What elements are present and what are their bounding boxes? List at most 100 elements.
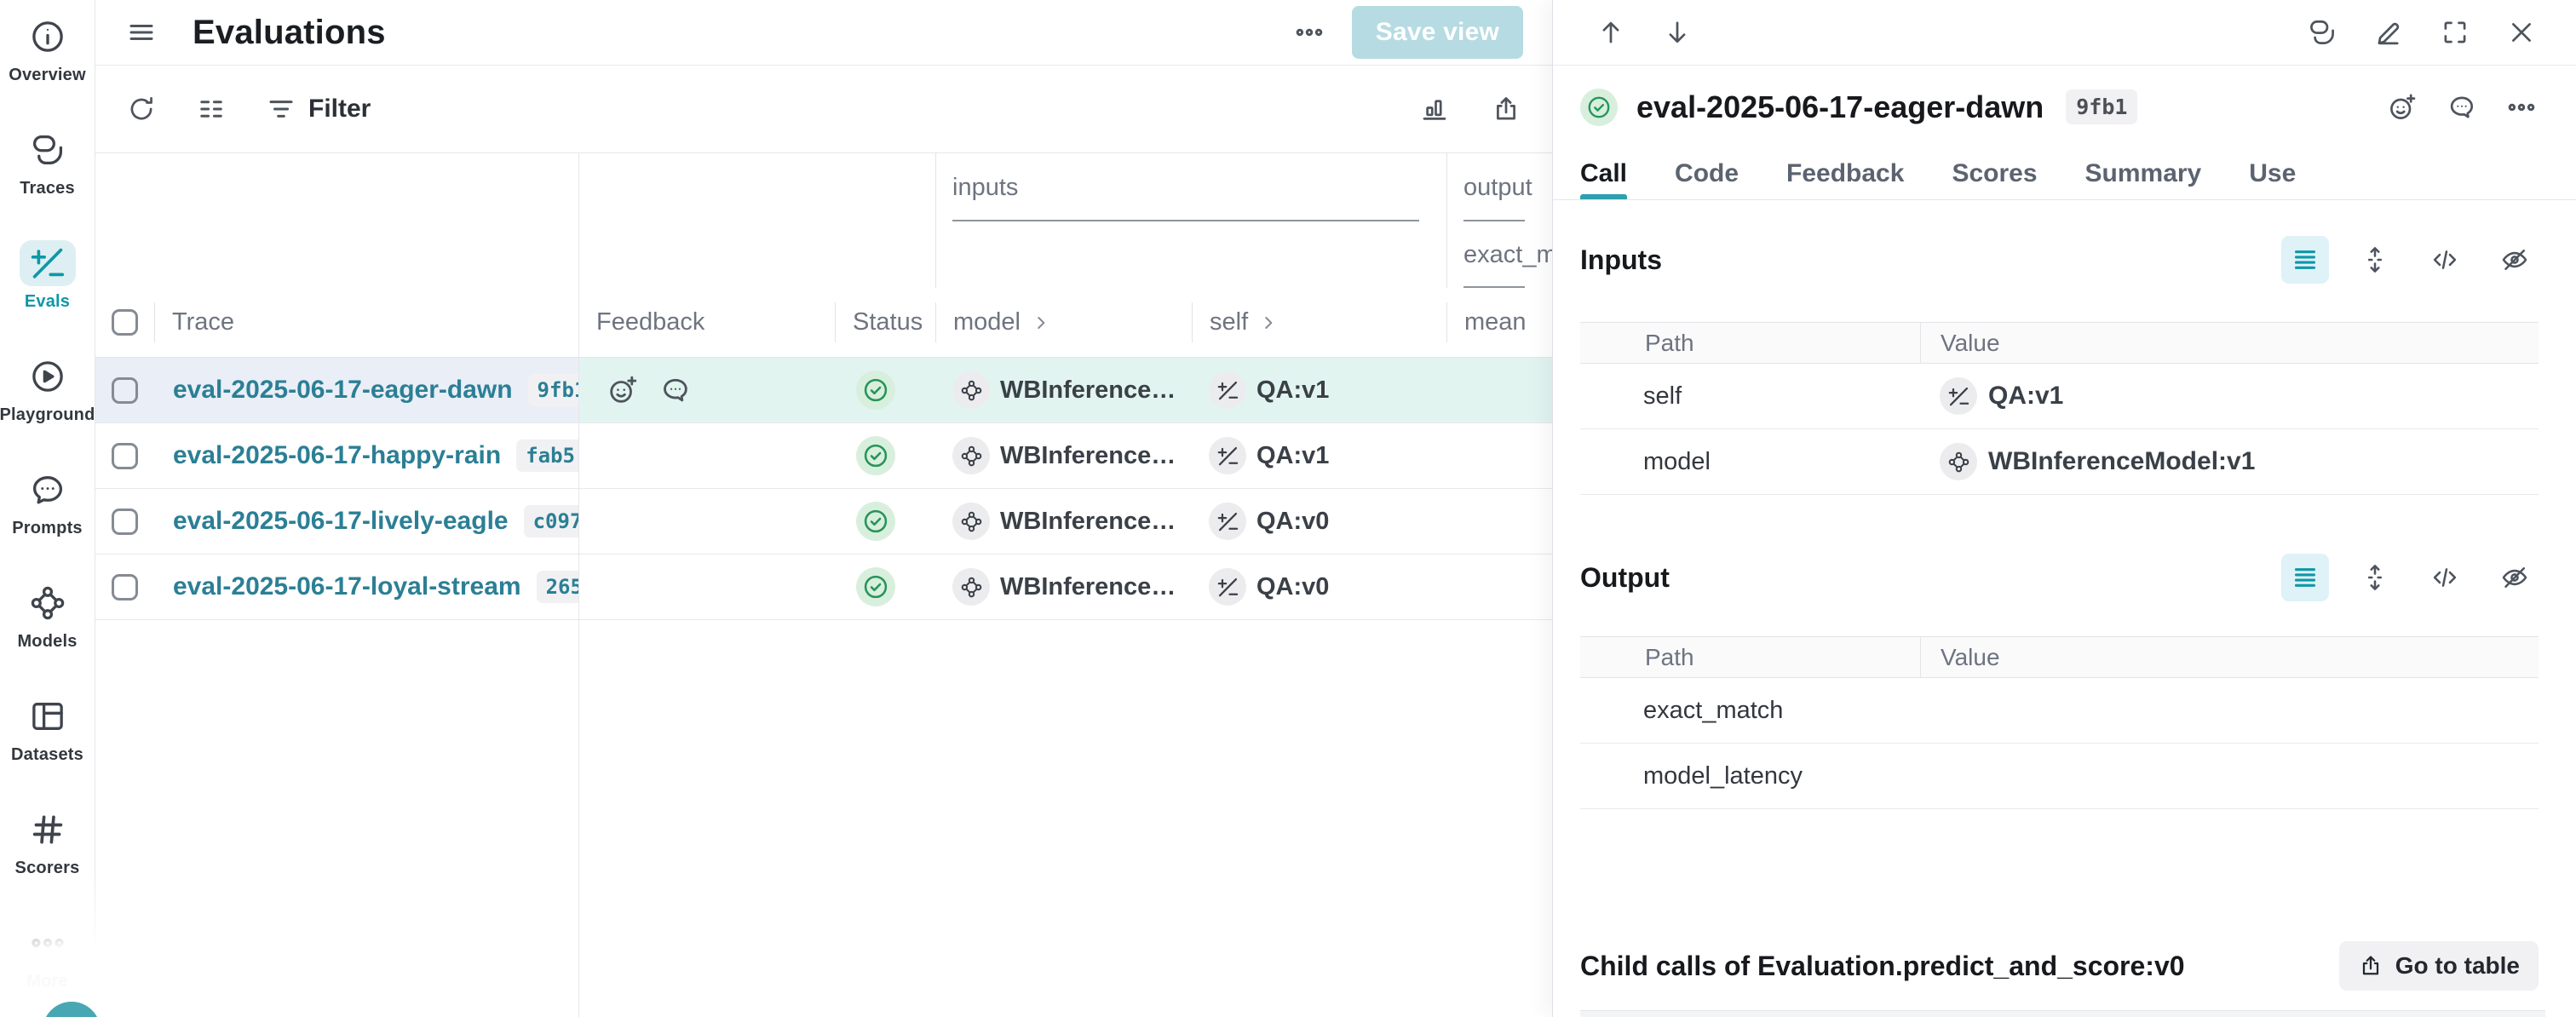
export-icon[interactable] (1491, 94, 1521, 124)
select-all-checkbox[interactable] (112, 309, 138, 336)
kv-row[interactable]: model_latency (1580, 744, 2539, 809)
trace-link[interactable]: eval-2025-06-17-eager-dawn (173, 376, 513, 405)
list-view-icon[interactable] (2281, 554, 2329, 601)
column-header-trace[interactable]: Trace (154, 288, 578, 357)
panel-header: eval-2025-06-17-eager-dawn 9fb1 (1553, 66, 2576, 148)
code-view-icon[interactable] (2421, 554, 2469, 601)
kv-value-label[interactable]: QA:v1 (1988, 382, 2063, 411)
path-column-header: Path (1580, 644, 1920, 671)
sidebar-item-playground[interactable]: Playground (0, 353, 95, 439)
chevron-right-icon[interactable] (1606, 384, 1630, 408)
output-table: Path Value exact_matchmodel_latency (1580, 636, 2539, 809)
sidebar-item-prompts[interactable]: Prompts (0, 467, 95, 552)
page-title: Evaluations (193, 14, 386, 52)
add-reaction-icon[interactable] (2387, 92, 2418, 123)
sidebar-item-evals[interactable]: Evals (0, 240, 95, 325)
list-view-icon[interactable] (2281, 236, 2329, 284)
tab-feedback[interactable]: Feedback (1786, 148, 1904, 199)
table-row[interactable]: eval-2025-06-17-happy-rainfab5WBInferenc… (95, 423, 1552, 489)
trace-link[interactable]: eval-2025-06-17-lively-eagle (173, 507, 509, 536)
tab-summary[interactable]: Summary (2085, 148, 2202, 199)
trace-link[interactable]: eval-2025-06-17-loyal-stream (173, 572, 521, 601)
refresh-icon[interactable] (126, 94, 157, 124)
next-call-icon[interactable] (1662, 17, 1693, 48)
edit-icon[interactable] (2373, 17, 2404, 48)
chevron-right-icon[interactable] (1606, 450, 1630, 474)
mean-cell (1446, 423, 1552, 488)
previous-call-icon[interactable] (1596, 17, 1626, 48)
row-checkbox[interactable] (112, 377, 138, 404)
more-dots-icon (29, 924, 66, 962)
close-icon[interactable] (2506, 17, 2537, 48)
comment-icon[interactable] (2447, 92, 2477, 123)
chevron-right-icon[interactable] (1258, 313, 1279, 333)
tab-scores[interactable]: Scores (1952, 148, 2037, 199)
hide-icon[interactable] (2491, 554, 2539, 601)
table-row[interactable]: eval-2025-06-17-lively-eagle c097 WBInfere… (95, 489, 1552, 554)
save-view-button[interactable]: Save view (1352, 6, 1523, 59)
chart-icon[interactable] (1419, 94, 1450, 124)
row-checkbox[interactable] (112, 508, 138, 535)
success-status-icon (856, 567, 895, 606)
sidebar-item-more[interactable]: More (0, 920, 95, 1005)
more-dots-icon[interactable] (2506, 92, 2537, 123)
row-checkbox[interactable] (112, 443, 138, 469)
expand-rows-icon[interactable] (2351, 236, 2399, 284)
column-header-feedback[interactable]: Feedback (578, 288, 835, 357)
filter-button[interactable]: Filter (266, 94, 371, 124)
trace-link[interactable]: eval-2025-06-17-happy-rain (173, 441, 501, 470)
row-checkbox[interactable] (112, 574, 138, 600)
evals-icon-wrap (20, 240, 76, 286)
kv-row[interactable]: exact_match (1580, 678, 2539, 744)
scorers-icon (29, 811, 66, 848)
models-icon (960, 576, 983, 599)
sidebar-item-scorers[interactable]: Scorers (0, 807, 95, 892)
column-group-row-2: exact_match (95, 221, 1552, 288)
chevron-right-icon[interactable] (1606, 764, 1630, 788)
hamburger-icon[interactable] (126, 17, 157, 48)
overflow-menu-icon[interactable] (1294, 17, 1325, 48)
chevron-right-icon[interactable] (1606, 698, 1630, 722)
column-header-model[interactable]: model (935, 288, 1192, 357)
go-to-table-button[interactable]: Go to table (2339, 941, 2539, 991)
kv-value-label[interactable]: WBInferenceModel:v1 (1988, 447, 2255, 476)
sidebar-item-models[interactable]: Models (0, 580, 95, 665)
self-ref-label: QA:v0 (1256, 573, 1329, 601)
model-cell: WBInferenceM... (935, 489, 1192, 554)
kv-row[interactable]: selfQA:v1 (1580, 364, 2539, 429)
expand-rows-icon[interactable] (2351, 554, 2399, 601)
self-cell: QA:v0 (1192, 489, 1446, 554)
kv-value-cell: QA:v1 (1920, 364, 2539, 428)
sidebar-item-traces[interactable]: Traces (0, 127, 95, 212)
tab-code[interactable]: Code (1675, 148, 1739, 199)
column-header-mean[interactable]: mean (1446, 288, 1552, 357)
comment-icon[interactable] (659, 374, 692, 406)
success-status-icon (1580, 89, 1618, 126)
add-reaction-icon[interactable] (607, 374, 639, 406)
tab-use[interactable]: Use (2249, 148, 2296, 199)
success-status-icon (856, 436, 895, 475)
inputs-section-header: Inputs (1580, 229, 2539, 290)
table-row[interactable]: eval-2025-06-17-loyal-stream2659WBInfere… (95, 554, 1552, 620)
table-row[interactable]: eval-2025-06-17-eager-dawn9fb1WBInferenc… (95, 358, 1552, 423)
column-header-status[interactable]: Status (835, 288, 935, 357)
sidebar-item-overview[interactable]: Overview (0, 14, 95, 99)
fullscreen-icon[interactable] (2440, 17, 2470, 48)
output-heading: Output (1580, 562, 1670, 594)
trace-id-badge: c097 (524, 505, 578, 537)
model-ref-label: WBInferenceM... (1000, 573, 1192, 601)
hide-icon[interactable] (2491, 236, 2539, 284)
sidebar-item-datasets[interactable]: Datasets (0, 693, 95, 779)
tab-call[interactable]: Call (1580, 148, 1627, 199)
column-header-self[interactable]: self (1192, 288, 1446, 357)
mean-cell (1446, 554, 1552, 619)
column-settings-icon[interactable] (196, 94, 227, 124)
code-view-icon[interactable] (2421, 236, 2469, 284)
traces-icon[interactable] (2307, 17, 2337, 48)
kv-row[interactable]: modelWBInferenceModel:v1 (1580, 429, 2539, 495)
path-column-header: Path (1580, 330, 1920, 357)
table-toolbar: Filter (95, 66, 1552, 153)
call-id-badge[interactable]: 9fb1 (2066, 89, 2137, 124)
chevron-right-icon[interactable] (1031, 313, 1051, 333)
sidebar-item-label: Evals (25, 292, 70, 312)
